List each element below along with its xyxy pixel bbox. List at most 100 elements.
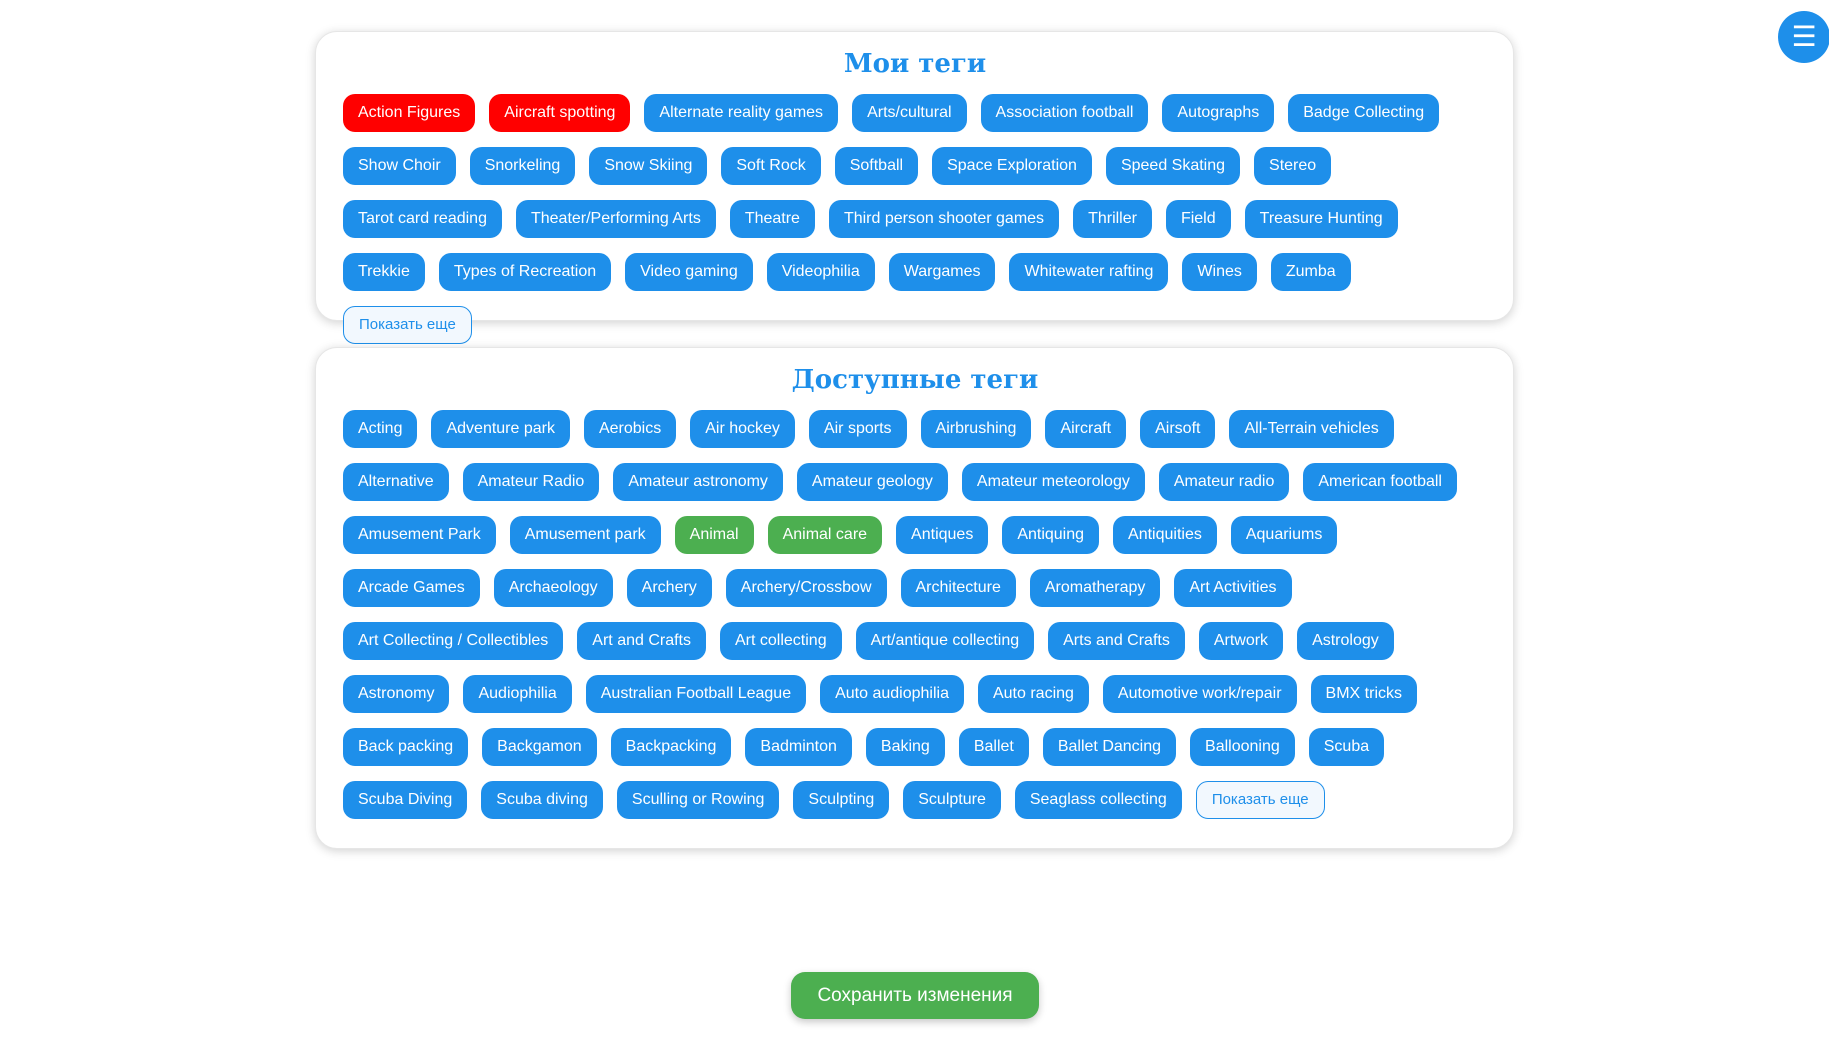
available-tag[interactable]: Amateur meteorology <box>961 463 1145 501</box>
available-show-more-button[interactable]: Показать еще <box>1195 781 1325 819</box>
my-tag[interactable]: Alternate reality games <box>644 94 839 132</box>
my-tag[interactable]: Tarot card reading <box>343 200 502 238</box>
available-tag[interactable]: Aerobics <box>583 410 677 448</box>
available-tag[interactable]: Antiques <box>896 516 989 554</box>
my-tag[interactable]: Video gaming <box>625 253 753 291</box>
my-tag[interactable]: Aircraft spotting <box>489 94 631 132</box>
my-tag[interactable]: Theater/Performing Arts <box>515 200 716 238</box>
available-tag[interactable]: Animal care <box>767 516 883 554</box>
available-tags-panel: Доступные теги Acting Adventure park Aerob… <box>315 347 1514 849</box>
available-tag[interactable]: Antiquities <box>1113 516 1217 554</box>
my-tag[interactable]: Snorkeling <box>469 147 576 185</box>
my-tag[interactable]: Arts/cultural <box>852 94 967 132</box>
my-tag[interactable]: Show Choir <box>343 147 456 185</box>
available-tag[interactable]: Airbrushing <box>920 410 1032 448</box>
available-tag[interactable]: Amateur radio <box>1158 463 1290 501</box>
my-tag[interactable]: Wines <box>1182 253 1257 291</box>
available-tag[interactable]: Art and Crafts <box>577 622 706 660</box>
available-tag[interactable]: Backpacking <box>610 728 732 766</box>
available-tag[interactable]: Air hockey <box>690 410 795 448</box>
available-tag[interactable]: Scuba diving <box>481 781 603 819</box>
available-tag[interactable]: Arcade Games <box>343 569 480 607</box>
available-tag[interactable]: Airsoft <box>1140 410 1216 448</box>
available-tag[interactable]: Arts and Crafts <box>1048 622 1185 660</box>
available-tag[interactable]: Archery/Crossbow <box>725 569 887 607</box>
my-tag[interactable]: Videophilia <box>766 253 875 291</box>
my-tag[interactable]: Wargames <box>888 253 996 291</box>
available-tag[interactable]: Sculpting <box>793 781 890 819</box>
my-tag[interactable]: Autographs <box>1162 94 1275 132</box>
available-tag[interactable]: Archery <box>626 569 712 607</box>
my-tag[interactable]: Whitewater rafting <box>1009 253 1169 291</box>
available-tag[interactable]: Sculling or Rowing <box>616 781 780 819</box>
available-tag[interactable]: Amusement Park <box>343 516 496 554</box>
my-tag[interactable]: Stereo <box>1254 147 1332 185</box>
available-tag[interactable]: Amateur astronomy <box>613 463 783 501</box>
available-tag[interactable]: Australian Football League <box>585 675 807 713</box>
my-tag[interactable]: Types of Recreation <box>438 253 612 291</box>
available-tag[interactable]: Alternative <box>343 463 449 501</box>
available-tag[interactable]: American football <box>1303 463 1457 501</box>
available-tag[interactable]: Acting <box>343 410 418 448</box>
my-tag[interactable]: Soft Rock <box>721 147 821 185</box>
my-tag[interactable]: Space Exploration <box>932 147 1092 185</box>
available-tag[interactable]: Auto audiophilia <box>820 675 964 713</box>
available-tag[interactable]: Scuba Diving <box>343 781 468 819</box>
available-tag[interactable]: Art Activities <box>1174 569 1292 607</box>
my-tag[interactable]: Zumba <box>1270 253 1351 291</box>
my-show-more-button[interactable]: Показать еще <box>343 306 472 344</box>
available-tag[interactable]: Artwork <box>1198 622 1284 660</box>
available-tag[interactable]: Seaglass collecting <box>1014 781 1182 819</box>
my-tags-panel: Мои теги Action Figures Aircraft spotting… <box>315 31 1514 344</box>
available-tag[interactable]: Baking <box>865 728 945 766</box>
available-tag[interactable]: Amateur geology <box>796 463 948 501</box>
available-tag[interactable]: Art collecting <box>720 622 842 660</box>
available-tag[interactable]: Sculpture <box>903 781 1001 819</box>
my-tag[interactable]: Action Figures <box>343 94 476 132</box>
my-tag[interactable]: Third person shooter games <box>828 200 1060 238</box>
available-tag[interactable]: Adventure park <box>431 410 570 448</box>
available-tag[interactable]: Scuba <box>1308 728 1385 766</box>
available-tag[interactable]: Amateur Radio <box>462 463 600 501</box>
my-tag[interactable]: Thriller <box>1073 200 1152 238</box>
available-tag[interactable]: Automotive work/repair <box>1102 675 1297 713</box>
available-tag[interactable]: BMX tricks <box>1310 675 1417 713</box>
available-tag[interactable]: Ballet Dancing <box>1042 728 1177 766</box>
available-tag[interactable]: Antiquing <box>1002 516 1100 554</box>
available-tag[interactable]: Archaeology <box>493 569 613 607</box>
available-tag[interactable]: Art Collecting / Collectibles <box>343 622 564 660</box>
available-tag[interactable]: Ballet <box>958 728 1029 766</box>
available-tag[interactable]: Astrology <box>1297 622 1394 660</box>
available-tag[interactable]: Animal <box>674 516 754 554</box>
available-tag[interactable]: Air sports <box>808 410 907 448</box>
hamburger-menu-icon: ☰ <box>1791 21 1817 52</box>
available-tag[interactable]: Astronomy <box>343 675 450 713</box>
available-tag[interactable]: Badminton <box>745 728 852 766</box>
available-tag[interactable]: Backgamon <box>482 728 597 766</box>
available-tag[interactable]: Ballooning <box>1190 728 1295 766</box>
available-tag[interactable]: All-Terrain vehicles <box>1229 410 1394 448</box>
available-tag[interactable]: Architecture <box>900 569 1016 607</box>
my-tag[interactable]: Speed Skating <box>1105 147 1241 185</box>
my-tag[interactable]: Association football <box>980 94 1149 132</box>
my-tags-title: Мои теги <box>843 49 987 79</box>
available-tag[interactable]: Aromatherapy <box>1029 569 1161 607</box>
my-tag[interactable]: Badge Collecting <box>1288 94 1440 132</box>
available-tag[interactable]: Art/antique collecting <box>855 622 1035 660</box>
available-tag[interactable]: Audiophilia <box>463 675 572 713</box>
available-tag[interactable]: Auto racing <box>977 675 1089 713</box>
my-tag[interactable]: Trekkie <box>343 253 425 291</box>
available-tag[interactable]: Amusement park <box>509 516 661 554</box>
save-changes-button[interactable]: Сохранить изменения <box>791 972 1039 1019</box>
available-tag[interactable]: Back packing <box>343 728 469 766</box>
available-tag[interactable]: Aircraft <box>1045 410 1127 448</box>
my-tag[interactable]: Theatre <box>729 200 815 238</box>
available-tags-list: Acting Adventure park Aerobics Air hockey Ai… <box>343 410 1487 819</box>
tags-page: ☰ Мои теги Action Figures Aircraft spotti… <box>0 0 1829 1038</box>
hamburger-menu-button[interactable]: ☰ <box>1778 11 1829 63</box>
available-tag[interactable]: Aquariums <box>1230 516 1338 554</box>
my-tag[interactable]: Treasure Hunting <box>1244 200 1398 238</box>
my-tag[interactable]: Snow Skiing <box>589 147 708 185</box>
my-tag[interactable]: Softball <box>834 147 919 185</box>
my-tag[interactable]: Field <box>1165 200 1231 238</box>
